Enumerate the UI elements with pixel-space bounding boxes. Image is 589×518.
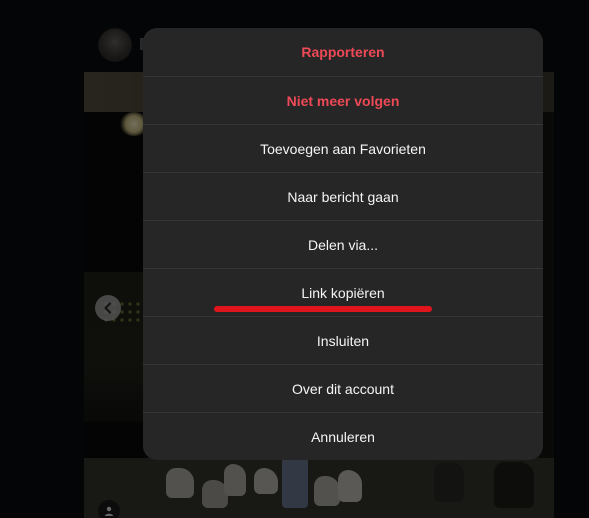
report-button[interactable]: Rapporteren — [143, 28, 543, 76]
share-via-button[interactable]: Delen via... — [143, 220, 543, 268]
cancel-button[interactable]: Annuleren — [143, 412, 543, 460]
go-to-post-button[interactable]: Naar bericht gaan — [143, 172, 543, 220]
unfollow-button[interactable]: Niet meer volgen — [143, 76, 543, 124]
embed-button[interactable]: Insluiten — [143, 316, 543, 364]
add-to-favorites-button[interactable]: Toevoegen aan Favorieten — [143, 124, 543, 172]
copy-link-highlight-underline — [214, 306, 432, 312]
about-this-account-button[interactable]: Over dit account — [143, 364, 543, 412]
instagram-post-view: Rapporteren Niet meer volgen Toevoegen a… — [0, 0, 589, 518]
post-options-dialog: Rapporteren Niet meer volgen Toevoegen a… — [143, 28, 543, 460]
